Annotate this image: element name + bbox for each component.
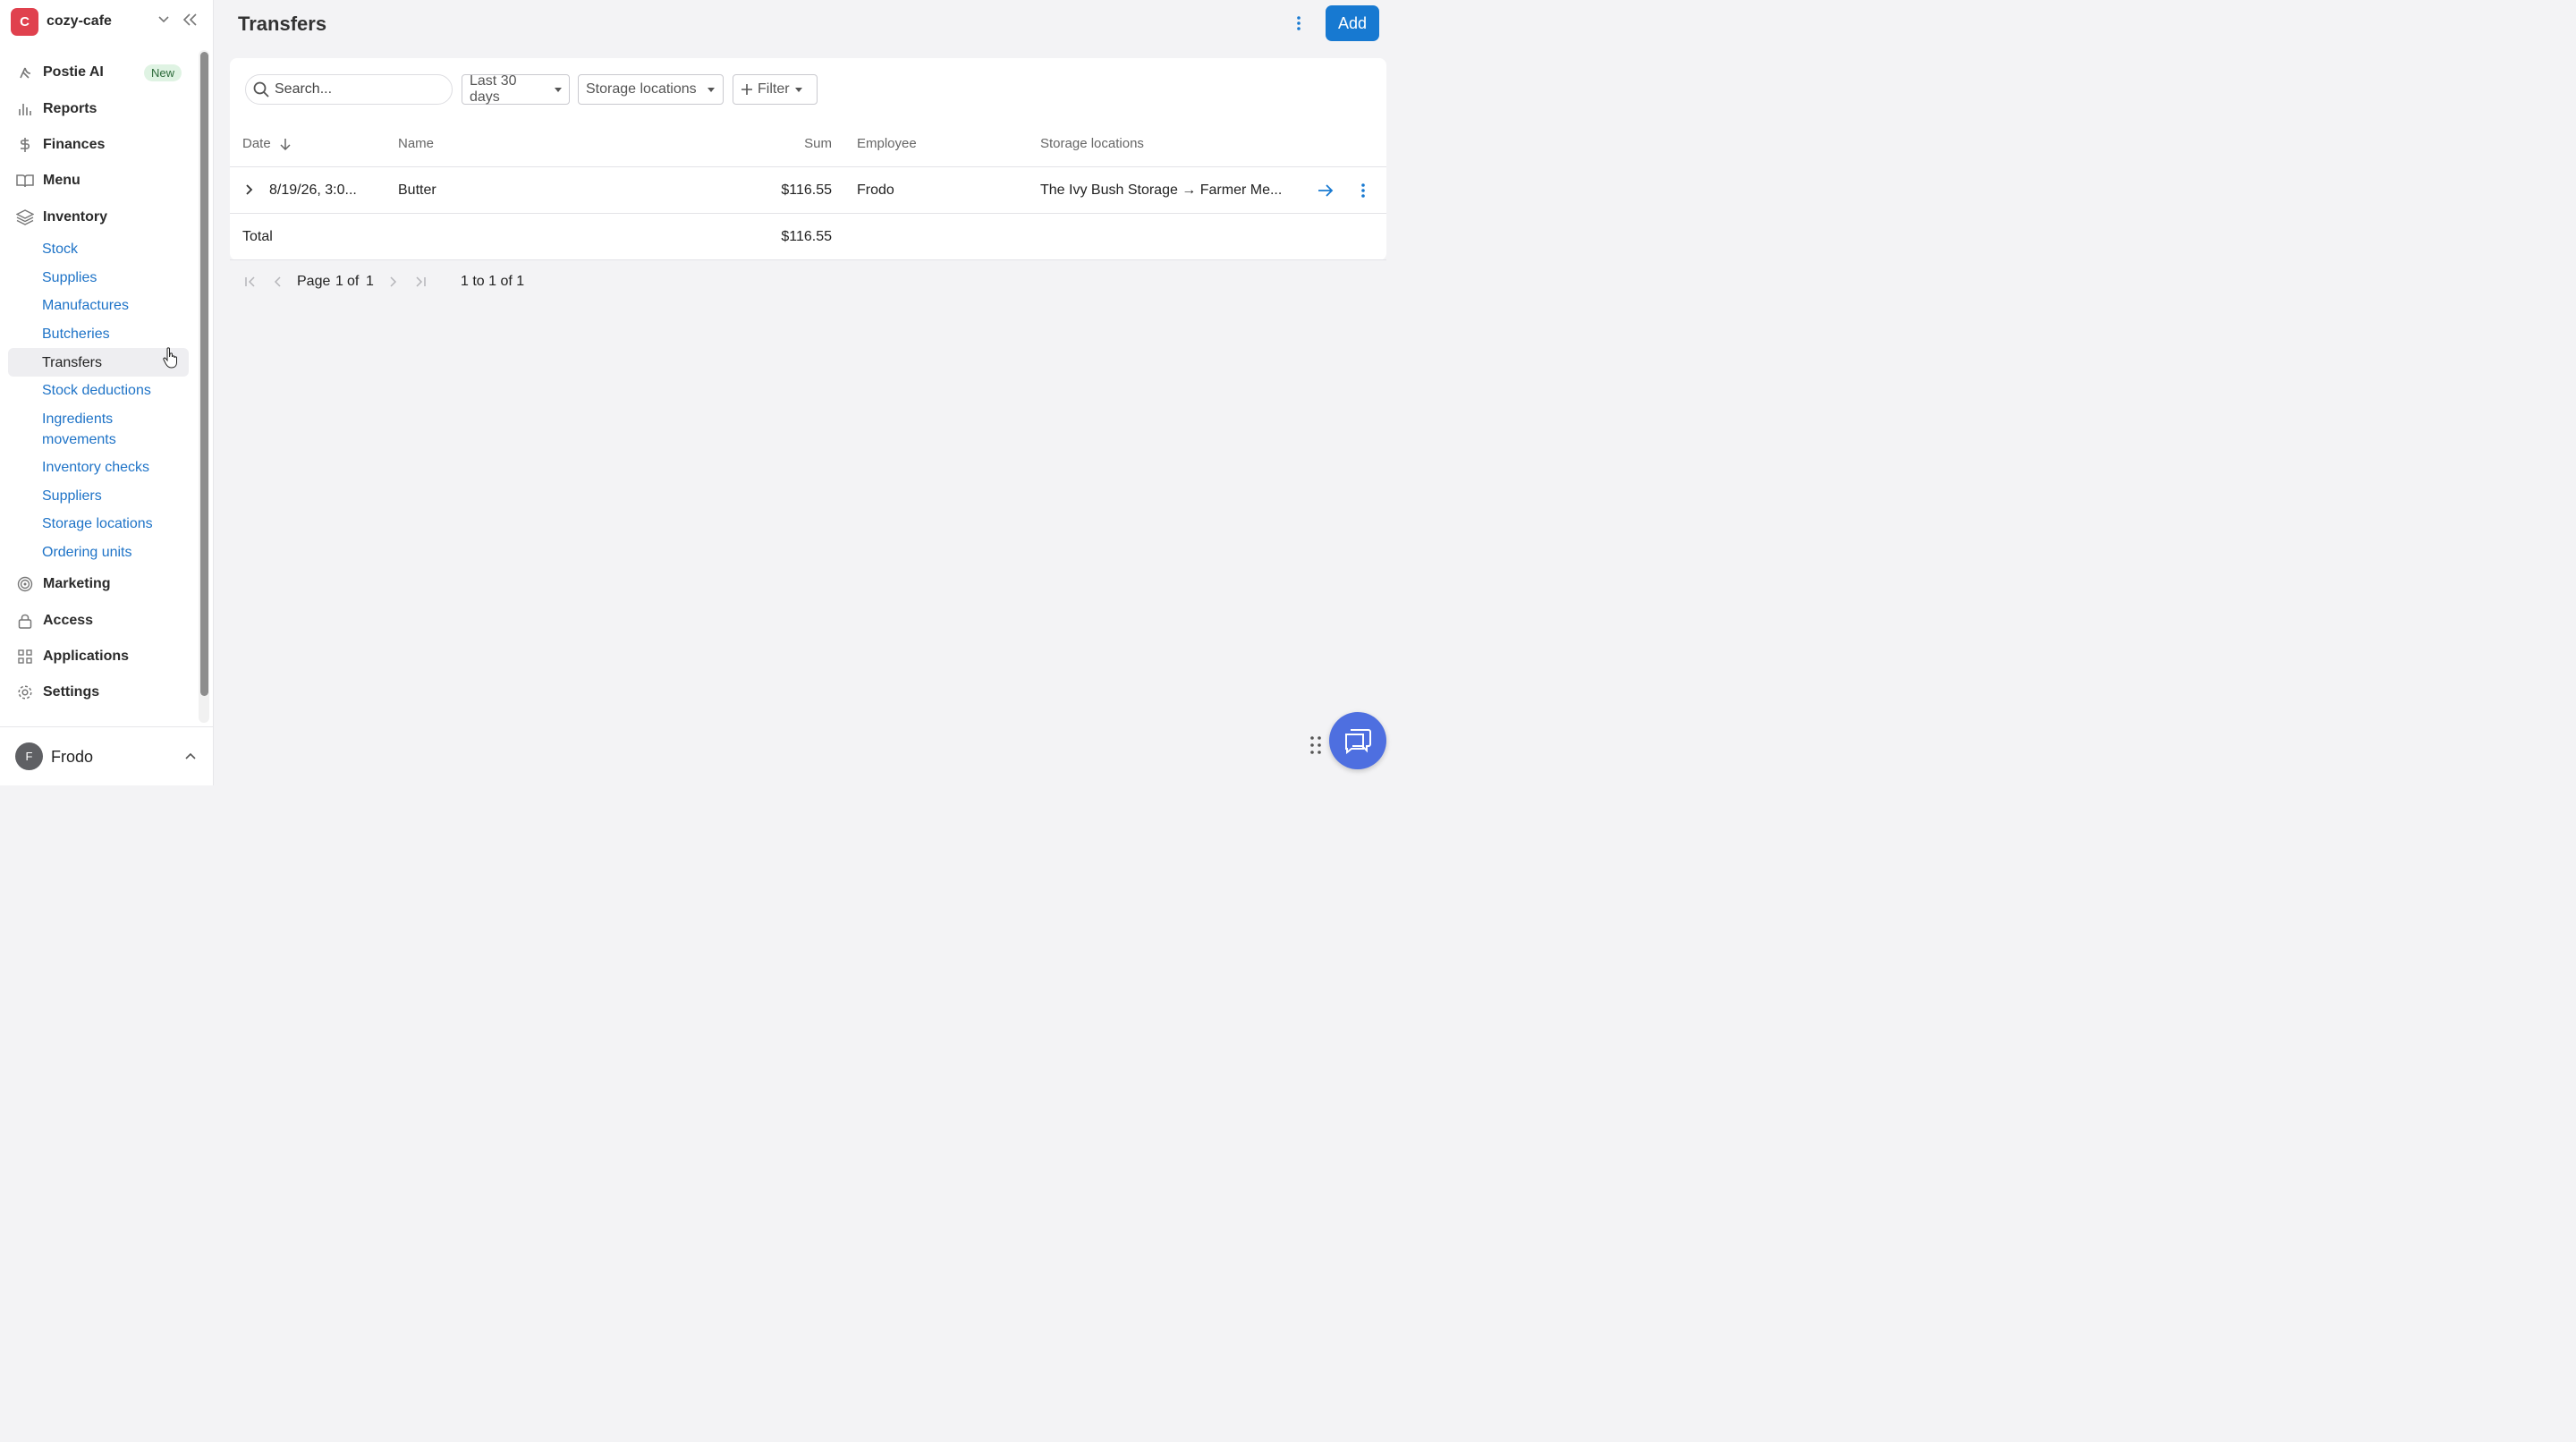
column-header-employee[interactable]: Employee (857, 136, 917, 151)
column-header-date[interactable]: Date (242, 136, 291, 151)
search-icon (253, 81, 269, 98)
chevron-right-icon[interactable] (245, 183, 254, 196)
drag-handle-icon[interactable] (1309, 735, 1322, 755)
prev-page-icon[interactable] (273, 276, 284, 288)
book-icon (16, 172, 34, 190)
sidebar-item-label: Inventory (43, 209, 108, 225)
sidebar-item-access[interactable]: Access (9, 606, 190, 635)
sidebar-item-finances[interactable]: Finances (9, 131, 190, 159)
grid-icon (16, 648, 34, 666)
lock-icon (16, 612, 34, 630)
caret-down-icon (555, 87, 562, 92)
sidebar-item-inventory[interactable]: Inventory (9, 203, 190, 232)
row-date: 8/19/26, 3:0... (269, 182, 357, 198)
hand-cursor-icon (163, 347, 177, 369)
sidebar-item-label: Access (43, 613, 94, 628)
row-sum: $116.55 (781, 182, 832, 198)
row-name: Butter (398, 182, 436, 198)
row-storage: The Ivy Bush Storage → Farmer Me... (1040, 182, 1283, 198)
sidebar-item-label: Settings (43, 684, 100, 700)
filter-label: Filter (758, 81, 790, 97)
sidebar-item-label: Marketing (43, 576, 111, 591)
sidebar-item-postie-ai[interactable]: Postie AI New (9, 58, 190, 87)
sidebar-scrollbar-thumb[interactable] (200, 52, 208, 696)
row-employee: Frodo (857, 182, 894, 198)
sidebar-subitem-ingredients-movements[interactable]: Ingredients movements (8, 409, 151, 450)
transfers-table-card: Last 30 days Storage locations Filter Da… (230, 58, 1386, 260)
collapse-sidebar-icon[interactable] (182, 13, 199, 27)
bar-chart-icon (16, 100, 34, 118)
of-label: of (347, 274, 360, 289)
divider (230, 259, 1386, 260)
page-title: Transfers (238, 13, 327, 35)
first-page-icon[interactable] (244, 276, 257, 288)
user-name: Frodo (51, 748, 94, 766)
target-icon (16, 575, 34, 593)
sidebar-item-settings[interactable]: Settings (9, 678, 190, 707)
plus-icon (741, 84, 752, 95)
gear-icon (16, 683, 34, 701)
column-header-label: Date (242, 136, 271, 151)
sidebar-subitem-manufactures[interactable]: Manufactures (8, 295, 189, 316)
user-menu[interactable]: F Frodo (0, 726, 213, 785)
chat-support-button[interactable] (1329, 712, 1386, 769)
page-label: Page (297, 274, 331, 289)
new-badge: New (143, 64, 182, 81)
sidebar-subitem-storage-locations[interactable]: Storage locations (8, 513, 189, 534)
current-page: 1 (335, 274, 343, 289)
chevron-down-icon[interactable] (157, 13, 170, 25)
search-box[interactable] (245, 74, 453, 105)
sidebar-item-applications[interactable]: Applications (9, 642, 190, 671)
row-more-options-icon[interactable] (1354, 182, 1372, 199)
add-filter-dropdown[interactable]: Filter (733, 74, 818, 105)
column-header-sum[interactable]: Sum (777, 136, 832, 151)
sidebar-item-label: Postie AI (43, 64, 104, 80)
search-input[interactable] (275, 81, 436, 98)
sidebar-subitem-stock-deductions[interactable]: Stock deductions (8, 380, 189, 401)
user-avatar: F (15, 742, 43, 770)
sidebar-subitem-stock[interactable]: Stock (8, 239, 189, 259)
date-range-label: Last 30 days (470, 73, 517, 105)
results-range: 1 to 1 of 1 (461, 274, 525, 289)
storage-locations-label: Storage locations (586, 81, 697, 97)
total-sum: $116.55 (781, 229, 832, 244)
sidebar-item-reports[interactable]: Reports (9, 95, 190, 123)
sidebar-item-label: Applications (43, 649, 130, 664)
last-page-icon[interactable] (414, 276, 427, 288)
sidebar-item-marketing[interactable]: Marketing (9, 570, 190, 598)
sidebar-item-label: Reports (43, 101, 97, 116)
divider (230, 166, 1386, 167)
account-avatar: C (11, 7, 38, 36)
chevron-up-icon[interactable] (184, 751, 197, 761)
sort-desc-icon (280, 138, 291, 150)
date-range-dropdown[interactable]: Last 30 days (462, 73, 570, 105)
sparkle-icon (16, 64, 34, 81)
sidebar-subitem-ordering-units[interactable]: Ordering units (8, 542, 189, 563)
account-switcher[interactable]: C cozy-cafe (11, 7, 203, 36)
sidebar-subitem-suppliers[interactable]: Suppliers (8, 486, 189, 506)
sidebar: C cozy-cafe Postie AI New Reports Financ… (0, 0, 214, 785)
sidebar-item-label: Menu (43, 173, 80, 188)
sidebar-item-menu[interactable]: Menu (9, 166, 190, 195)
sidebar-subitem-supplies[interactable]: Supplies (8, 267, 189, 288)
caret-down-icon (707, 87, 715, 92)
add-button[interactable]: Add (1326, 5, 1379, 41)
caret-down-icon (794, 87, 802, 92)
column-header-storage[interactable]: Storage locations (1040, 136, 1144, 151)
sidebar-item-label: Finances (43, 137, 106, 152)
dollar-icon (16, 136, 34, 154)
total-pages: 1 (366, 274, 374, 289)
arrow-right-icon[interactable] (1318, 183, 1334, 198)
sidebar-subitem-butcheries[interactable]: Butcheries (8, 324, 189, 344)
layers-icon (16, 208, 34, 226)
storage-locations-dropdown[interactable]: Storage locations (578, 74, 724, 105)
more-options-icon[interactable] (1290, 14, 1308, 32)
chat-icon (1345, 729, 1371, 754)
divider (230, 213, 1386, 214)
sidebar-subitem-inventory-checks[interactable]: Inventory checks (8, 457, 189, 478)
column-header-name[interactable]: Name (398, 136, 434, 151)
next-page-icon[interactable] (387, 276, 398, 288)
account-name: cozy-cafe (47, 13, 112, 29)
total-label: Total (242, 229, 273, 244)
